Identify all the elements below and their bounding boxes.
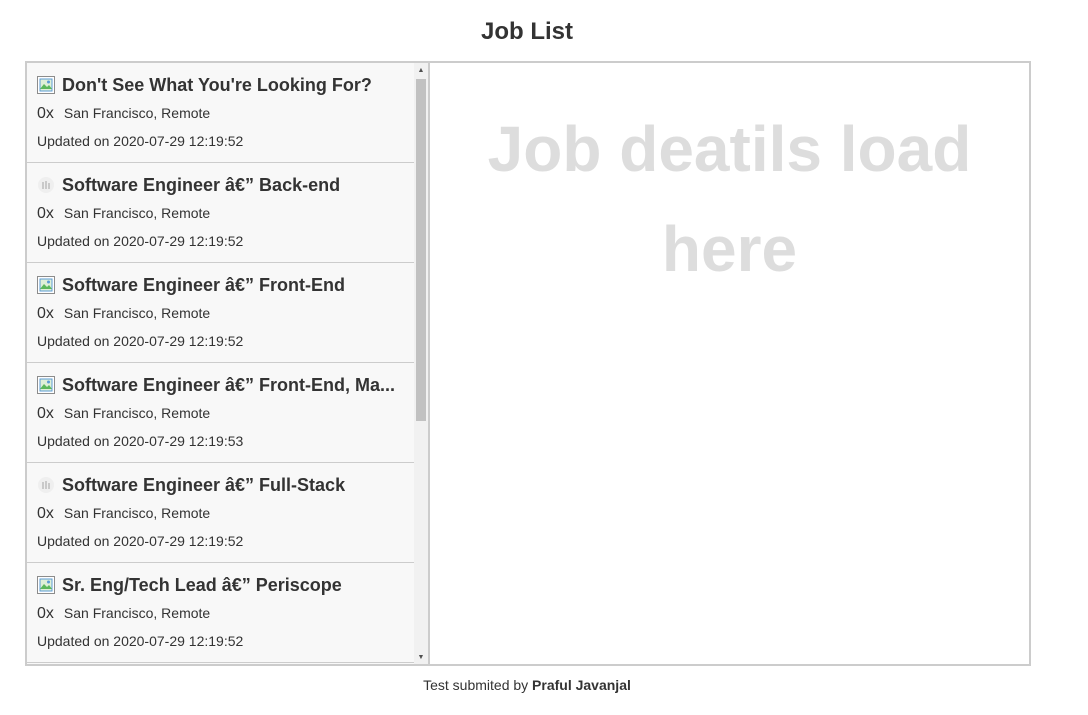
- job-salary: 0x: [37, 605, 54, 622]
- job-list-item[interactable]: Sr. Eng/Tech Lead â€” Periscope 0x San F…: [27, 563, 428, 663]
- job-board: Don't See What You're Looking For? 0x Sa…: [25, 61, 1031, 666]
- page-title: Job List: [480, 18, 573, 45]
- job-list-item[interactable]: Software Engineer â€” Back-end 0x San Fr…: [27, 163, 428, 263]
- job-title: Software Engineer â€” Full-Stack: [62, 474, 346, 495]
- job-list-item[interactable]: Software Engineer â€” Front-End 0x San F…: [27, 263, 428, 363]
- job-list-item[interactable]: Don't See What You're Looking For? 0x Sa…: [27, 63, 428, 163]
- job-location: San Francisco, Remote: [63, 205, 211, 221]
- job-title: Don't See What You're Looking For?: [62, 74, 372, 95]
- job-details-pane: Job deatils load here: [430, 63, 1029, 664]
- footer: Test submited by Praful Javanjal: [0, 676, 1054, 694]
- job-meta: 0x San Francisco, Remote: [37, 205, 210, 225]
- job-updated: Updated on 2020-07-29 12:19:52: [37, 333, 244, 349]
- job-salary: 0x: [37, 405, 54, 422]
- scroll-up-icon[interactable]: ▲: [414, 63, 428, 77]
- footer-prefix: Test submited by: [423, 677, 533, 693]
- job-meta: 0x San Francisco, Remote: [37, 605, 210, 625]
- broken-image-icon: [37, 76, 55, 94]
- job-location: San Francisco, Remote: [63, 605, 211, 621]
- job-updated: Updated on 2020-07-29 12:19:53: [37, 433, 244, 449]
- broken-image-icon: [37, 576, 55, 594]
- job-location: San Francisco, Remote: [63, 105, 211, 121]
- job-salary: 0x: [37, 305, 54, 322]
- job-meta: 0x San Francisco, Remote: [37, 305, 210, 325]
- job-details-placeholder: Job deatils load here: [487, 113, 972, 285]
- job-updated: Updated on 2020-07-29 12:19:52: [37, 133, 244, 149]
- job-title: Software Engineer â€” Front-End: [62, 274, 346, 295]
- job-list-item[interactable]: Software Engineer â€” Full-Stack 0x San …: [27, 463, 428, 563]
- footer-author: Praful Javanjal: [532, 677, 631, 693]
- job-salary: 0x: [37, 205, 54, 222]
- job-title: Software Engineer â€” Back-end: [62, 174, 341, 195]
- scroll-thumb[interactable]: [416, 79, 426, 421]
- broken-image-icon: [37, 276, 55, 294]
- bar-logo-icon: [38, 177, 54, 193]
- job-meta: 0x San Francisco, Remote: [37, 405, 210, 425]
- job-salary: 0x: [37, 105, 54, 122]
- job-list-item[interactable]: Software Engineer â€” Front-End, Ma... 0…: [27, 363, 428, 463]
- job-salary: 0x: [37, 505, 54, 522]
- job-title-row: Software Engineer â€” Front-End, Ma...: [37, 373, 401, 397]
- job-updated: Updated on 2020-07-29 12:19:52: [37, 533, 244, 549]
- job-meta: 0x San Francisco, Remote: [37, 505, 210, 525]
- job-title-row: Software Engineer â€” Front-End: [37, 273, 401, 297]
- broken-image-icon: [37, 376, 55, 394]
- job-location: San Francisco, Remote: [63, 505, 211, 521]
- job-list[interactable]: Don't See What You're Looking For? 0x Sa…: [27, 63, 430, 664]
- job-title: Software Engineer â€” Front-End, Ma...: [62, 374, 396, 395]
- job-list-scrollbar[interactable]: ▲ ▼: [414, 63, 428, 664]
- job-title-row: Don't See What You're Looking For?: [37, 73, 401, 97]
- job-updated: Updated on 2020-07-29 12:19:52: [37, 633, 244, 649]
- job-location: San Francisco, Remote: [63, 405, 211, 421]
- job-title: Sr. Eng/Tech Lead â€” Periscope: [62, 574, 342, 595]
- job-title-row: Software Engineer â€” Full-Stack: [37, 473, 401, 497]
- job-title-row: Software Engineer â€” Back-end: [37, 173, 401, 197]
- bar-logo-icon: [38, 477, 54, 493]
- job-title-row: Sr. Eng/Tech Lead â€” Periscope: [37, 573, 401, 597]
- job-location: San Francisco, Remote: [63, 305, 211, 321]
- job-updated: Updated on 2020-07-29 12:19:52: [37, 233, 244, 249]
- scroll-down-icon[interactable]: ▼: [414, 650, 428, 664]
- job-meta: 0x San Francisco, Remote: [37, 105, 210, 125]
